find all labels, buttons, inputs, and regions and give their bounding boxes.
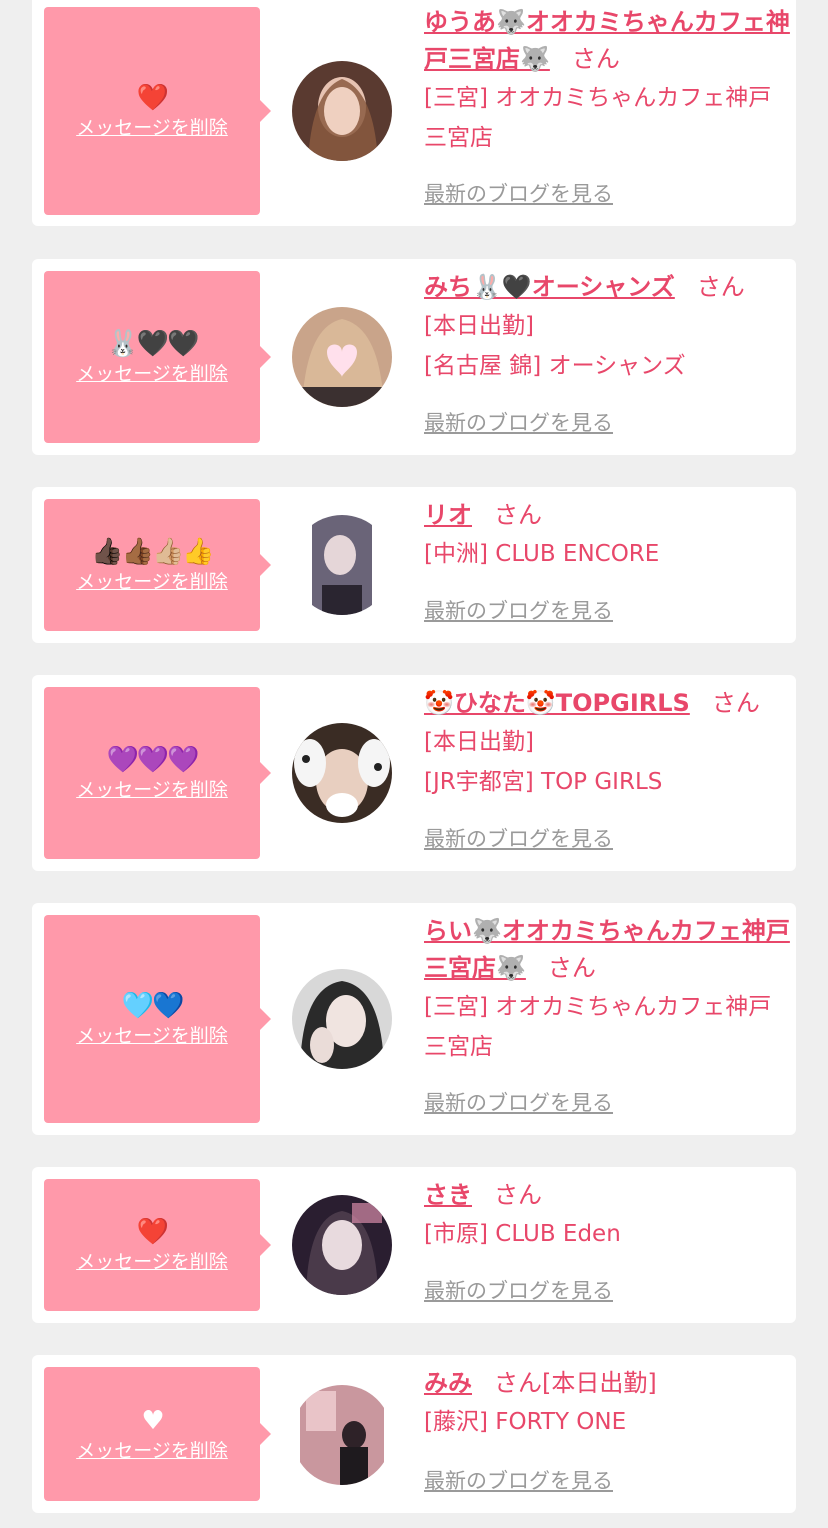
delete-message-link[interactable]: メッセージを削除 [76, 569, 228, 595]
message-box: 🐰🖤🖤 メッセージを削除 [44, 271, 271, 443]
message-box: ❤️ メッセージを削除 [44, 7, 271, 215]
list-item: ❤️ メッセージを削除 さき さん [市原] CLUB Eden 最新のブログを見… [32, 1167, 796, 1323]
honorific: さん [696, 273, 745, 301]
profile-name-link[interactable]: みち🐰🖤オーシャンズ [424, 273, 675, 301]
avatar[interactable] [292, 515, 392, 615]
list-item: 💜💜💜 メッセージを削除 🤡ひなた🤡TOPGIRLS さん [本日出勤] [JR宇… [32, 675, 796, 871]
message-emoji: 👍🏿👍🏾👍🏼👍 [91, 537, 214, 567]
message-box: 🩵💙 メッセージを削除 [44, 915, 271, 1123]
message-emoji: 🩵💙 [121, 991, 185, 1021]
shop-info: [藤沢] FORTY ONE [424, 1409, 627, 1435]
delete-message-link[interactable]: メッセージを削除 [76, 777, 228, 803]
blog-link[interactable]: 最新のブログを見る [424, 409, 613, 437]
status-info: [本日出勤] [542, 1369, 657, 1397]
blog-link[interactable]: 最新のブログを見る [424, 1467, 613, 1495]
message-emoji: 💜💜💜 [106, 745, 199, 775]
blog-link[interactable]: 最新のブログを見る [424, 180, 613, 208]
list-item: 👍🏿👍🏾👍🏼👍 メッセージを削除 リオ さん [中洲] CLUB ENCORE 最… [32, 487, 796, 643]
avatar[interactable] [292, 723, 392, 823]
list-item: ❤️ メッセージを削除 ゆうあ🐺オオカミちゃんカフェ神戸三宮店🐺 さん [三宮] … [32, 0, 796, 226]
shop-info: [中洲] CLUB ENCORE [424, 541, 660, 567]
profile-name-link[interactable]: 🤡ひなた🤡TOPGIRLS [424, 689, 690, 717]
profile-name-link[interactable]: リオ [424, 501, 472, 529]
list-item: 🐰🖤🖤 メッセージを削除 みち🐰🖤オーシャンズ さん [本日出勤] [名古屋 錦]… [32, 259, 796, 455]
message-emoji: 🐰🖤🖤 [106, 329, 199, 359]
profile-name-link[interactable]: みみ [424, 1369, 472, 1397]
honorific: さん [711, 689, 760, 717]
profile-info: ゆうあ🐺オオカミちゃんカフェ神戸三宮店🐺 さん [三宮] オオカミちゃんカフェ神戸… [424, 4, 790, 158]
avatar[interactable] [292, 61, 392, 161]
delete-message-link[interactable]: メッセージを削除 [76, 115, 228, 141]
delete-message-link[interactable]: メッセージを削除 [76, 1249, 228, 1275]
status-info: [本日出勤] [424, 313, 534, 339]
profile-info: みち🐰🖤オーシャンズ さん [本日出勤] [名古屋 錦] オーシャンズ [424, 269, 790, 386]
message-emoji: ❤️ [136, 1217, 169, 1247]
message-box: ❤️ メッセージを削除 [44, 1179, 271, 1311]
message-emoji: ♥ [141, 1406, 164, 1436]
honorific: さん [494, 1181, 542, 1209]
blog-link[interactable]: 最新のブログを見る [424, 1089, 613, 1117]
profile-info: 🤡ひなた🤡TOPGIRLS さん [本日出勤] [JR宇都宮] TOP GIRLS [424, 685, 790, 802]
profile-info: リオ さん [中洲] CLUB ENCORE [424, 497, 790, 574]
avatar[interactable] [292, 1195, 392, 1295]
avatar[interactable] [292, 969, 392, 1069]
status-info: [本日出勤] [424, 729, 534, 755]
list-item: ♥ メッセージを削除 みみ さん[本日出勤] [藤沢] FORTY ONE 最新の… [32, 1355, 796, 1513]
delete-message-link[interactable]: メッセージを削除 [76, 1023, 228, 1049]
shop-info: [三宮] オオカミちゃんカフェ神戸三宮店 [424, 85, 772, 151]
shop-info: [JR宇都宮] TOP GIRLS [424, 769, 663, 795]
honorific: さん [547, 954, 596, 982]
delete-message-link[interactable]: メッセージを削除 [76, 361, 228, 387]
delete-message-link[interactable]: メッセージを削除 [76, 1438, 228, 1464]
shop-info: [名古屋 錦] オーシャンズ [424, 353, 686, 379]
message-box: ♥ メッセージを削除 [44, 1367, 271, 1501]
profile-name-link[interactable]: らい🐺オオカミちゃんカフェ神戸三宮店🐺 [424, 917, 790, 982]
favorite-list: ❤️ メッセージを削除 ゆうあ🐺オオカミちゃんカフェ神戸三宮店🐺 さん [三宮] … [0, 0, 828, 1528]
profile-info: さき さん [市原] CLUB Eden [424, 1177, 790, 1254]
blog-link[interactable]: 最新のブログを見る [424, 1277, 613, 1305]
honorific: さん [571, 45, 620, 73]
shop-info: [市原] CLUB Eden [424, 1221, 621, 1247]
blog-link[interactable]: 最新のブログを見る [424, 597, 613, 625]
blog-link[interactable]: 最新のブログを見る [424, 825, 613, 853]
avatar[interactable] [292, 1385, 392, 1485]
message-box: 💜💜💜 メッセージを削除 [44, 687, 271, 859]
profile-info: みみ さん[本日出勤] [藤沢] FORTY ONE [424, 1365, 790, 1442]
avatar[interactable] [292, 307, 392, 407]
shop-info: [三宮] オオカミちゃんカフェ神戸三宮店 [424, 994, 772, 1060]
list-item: 🩵💙 メッセージを削除 らい🐺オオカミちゃんカフェ神戸三宮店🐺 さん [三宮] オ… [32, 903, 796, 1135]
message-box: 👍🏿👍🏾👍🏼👍 メッセージを削除 [44, 499, 271, 631]
honorific: さん [494, 1369, 542, 1397]
honorific: さん [494, 501, 542, 529]
message-emoji: ❤️ [136, 83, 169, 113]
profile-name-link[interactable]: さき [424, 1181, 472, 1209]
profile-info: らい🐺オオカミちゃんカフェ神戸三宮店🐺 さん [三宮] オオカミちゃんカフェ神戸三… [424, 913, 790, 1067]
